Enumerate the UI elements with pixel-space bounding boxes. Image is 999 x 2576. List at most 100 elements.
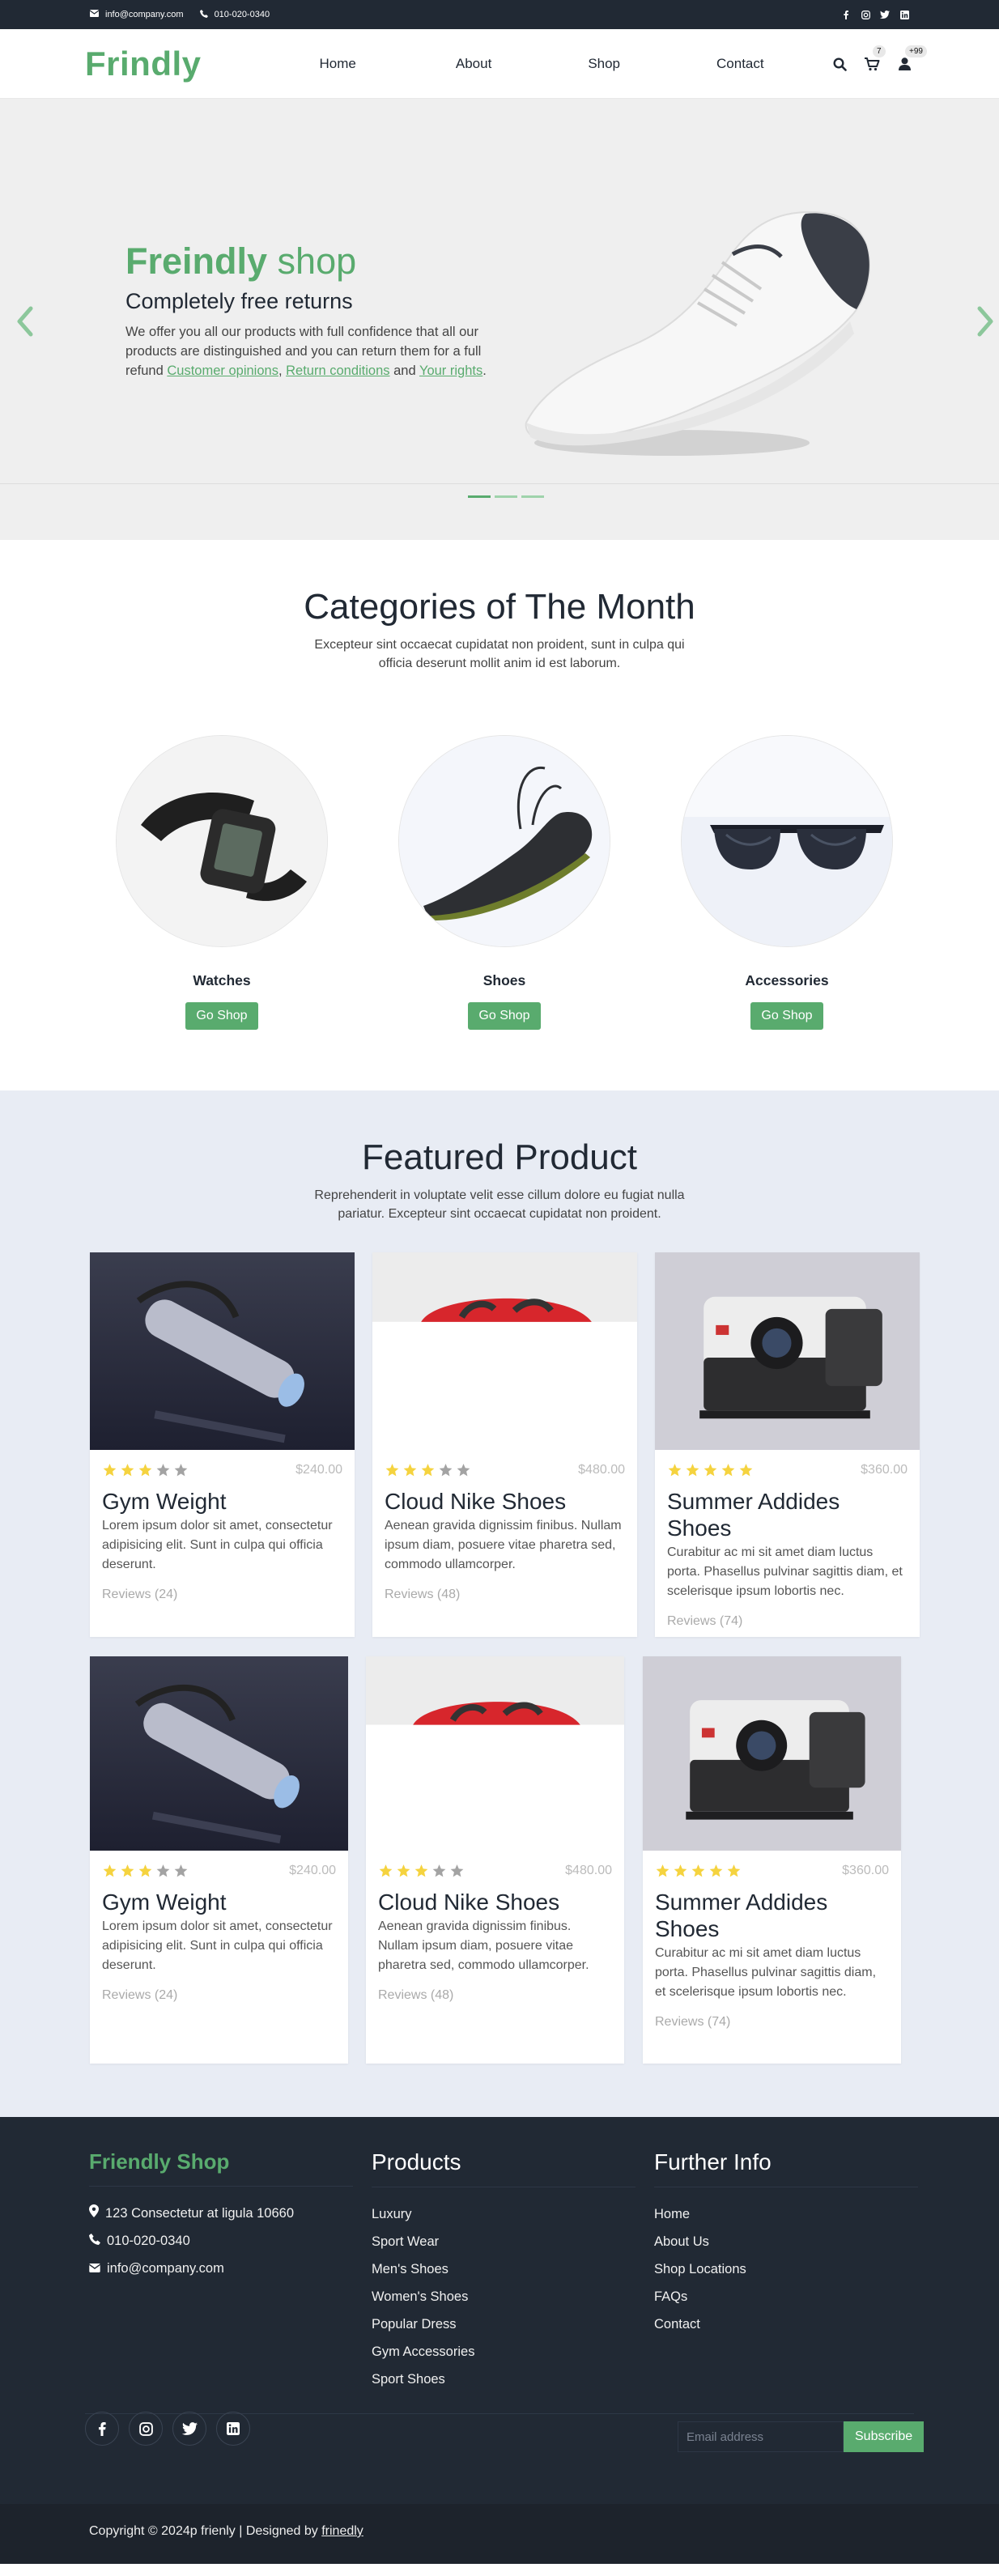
star-icon <box>439 1464 453 1477</box>
star-icon <box>103 1464 117 1477</box>
star-icon <box>121 1864 134 1877</box>
star-icon <box>397 1864 410 1877</box>
footer-product-link[interactable]: Luxury <box>372 2200 636 2228</box>
footer-info-link[interactable]: About Us <box>654 2228 918 2255</box>
star-icon <box>421 1464 435 1477</box>
product-reviews[interactable]: Reviews (74) <box>655 2015 889 2030</box>
site-footer: Friendly Shop 123 Consectetur at ligula … <box>0 2117 999 2504</box>
footer-product-link[interactable]: Popular Dress <box>372 2310 636 2338</box>
customer-opinions-link[interactable]: Customer opinions <box>167 363 278 378</box>
product-reviews[interactable]: Reviews (74) <box>667 1614 908 1629</box>
site-logo[interactable]: Frindly <box>85 45 202 83</box>
carousel-indicator-1[interactable] <box>468 495 491 498</box>
hero-title: Freindly shop <box>125 240 357 282</box>
product-card[interactable]: $360.00 Summer Addides Shoes Curabitur ac … <box>643 1656 901 2064</box>
product-description: Lorem ipsum dolor sit amet, consectetur … <box>102 1919 333 1972</box>
product-price: $360.00 <box>861 1463 908 1477</box>
product-reviews[interactable]: Reviews (48) <box>385 1588 625 1602</box>
nav-about[interactable]: About <box>456 56 491 72</box>
product-reviews[interactable]: Reviews (24) <box>102 1588 342 1602</box>
email-input[interactable] <box>678 2421 844 2452</box>
product-image[interactable] <box>90 1252 355 1450</box>
carousel-indicator-3[interactable] <box>521 495 544 498</box>
footer-info-link[interactable]: Home <box>654 2200 918 2228</box>
footer-product-link[interactable]: Men's Shoes <box>372 2255 636 2283</box>
featured-title: Featured Product <box>362 1137 637 1177</box>
user-icon[interactable]: +99 <box>896 45 927 72</box>
product-image[interactable] <box>643 1656 901 1851</box>
category-watches-image[interactable] <box>116 735 328 947</box>
subscribe-button[interactable]: Subscribe <box>844 2421 925 2452</box>
product-price: $240.00 <box>289 1864 336 1877</box>
product-card[interactable]: $360.00 Summer Addides Shoes Curabitur ac … <box>655 1252 920 1637</box>
footer-product-link[interactable]: Sport Wear <box>372 2228 636 2255</box>
cart-icon[interactable]: 7 <box>864 45 886 72</box>
footer-product-link[interactable]: Sport Shoes <box>372 2366 636 2393</box>
go-shop-button[interactable]: Go Shop <box>468 1002 541 1030</box>
product-reviews[interactable]: Reviews (48) <box>378 1988 612 2003</box>
product-image[interactable] <box>366 1656 624 1851</box>
product-image[interactable] <box>372 1252 637 1450</box>
your-rights-link[interactable]: Your rights <box>419 363 482 378</box>
star-icon <box>704 1464 717 1477</box>
product-title[interactable]: Summer Addides Shoes <box>667 1488 908 1541</box>
product-image[interactable] <box>655 1252 920 1450</box>
hero-description: We offer you all our products with full … <box>125 325 487 378</box>
product-title[interactable]: Summer Addides Shoes <box>655 1889 889 1942</box>
nav-contact[interactable]: Contact <box>716 56 764 72</box>
category-name: Watches <box>193 972 251 988</box>
facebook-icon[interactable] <box>85 2412 119 2446</box>
footer-info-link[interactable]: Shop Locations <box>654 2255 918 2283</box>
nav-shop[interactable]: Shop <box>588 56 620 72</box>
product-reviews[interactable]: Reviews (24) <box>102 1988 336 2003</box>
product-title[interactable]: Gym Weight <box>102 1488 342 1515</box>
star-icon <box>721 1464 735 1477</box>
go-shop-button[interactable]: Go Shop <box>750 1002 823 1030</box>
facebook-icon[interactable] <box>841 10 851 19</box>
product-title[interactable]: Cloud Nike Shoes <box>385 1488 625 1515</box>
topbar-phone[interactable]: 010-020-0340 <box>199 9 270 20</box>
footer-info-link[interactable]: FAQs <box>654 2283 918 2310</box>
product-card[interactable]: $480.00 Cloud Nike Shoes Aenean gravida di… <box>366 1656 624 2064</box>
footer-product-link[interactable]: Women's Shoes <box>372 2283 636 2310</box>
cart-badge: 7 <box>873 45 886 57</box>
nav-home[interactable]: Home <box>320 56 356 72</box>
star-icon <box>174 1864 188 1877</box>
star-icon <box>739 1464 753 1477</box>
product-title[interactable]: Gym Weight <box>102 1889 336 1915</box>
carousel-indicator-2[interactable] <box>495 495 517 498</box>
product-image[interactable] <box>90 1656 348 1851</box>
instagram-icon[interactable] <box>129 2412 163 2446</box>
product-title[interactable]: Cloud Nike Shoes <box>378 1889 612 1915</box>
rating-stars <box>667 1463 754 1477</box>
star-icon <box>138 1864 152 1877</box>
go-shop-button[interactable]: Go Shop <box>185 1002 258 1030</box>
search-icon[interactable] <box>831 56 848 72</box>
linkedin-icon[interactable] <box>899 10 909 19</box>
twitter-icon[interactable] <box>880 10 890 19</box>
product-card[interactable]: $480.00 Cloud Nike Shoes Aenean gravida di… <box>372 1252 637 1637</box>
product-description: Curabitur ac mi sit amet diam luctus por… <box>667 1545 903 1598</box>
product-card[interactable]: $240.00 Gym Weight Lorem ipsum dolor sit a… <box>90 1656 348 2064</box>
footer-phone[interactable]: 010-020-0340 <box>89 2227 353 2255</box>
designer-link[interactable]: frinedly <box>321 2524 363 2538</box>
copyright-text: Copyright © 2024p frienly | Designed by … <box>89 2524 363 2538</box>
footer-email[interactable]: info@company.com <box>88 2255 353 2282</box>
category-shoes-image[interactable] <box>398 735 610 947</box>
rating-stars <box>102 1463 189 1477</box>
footer-product-link[interactable]: Gym Accessories <box>372 2338 636 2366</box>
product-card[interactable]: $240.00 Gym Weight Lorem ipsum dolor sit a… <box>90 1252 355 1637</box>
twitter-icon[interactable] <box>172 2412 206 2446</box>
category-accessories-image[interactable] <box>681 735 893 947</box>
hero-sneaker-image <box>525 210 870 456</box>
footer-info-link[interactable]: Contact <box>654 2310 918 2338</box>
linkedin-icon[interactable] <box>216 2412 250 2446</box>
star-icon <box>138 1464 152 1477</box>
topbar-email[interactable]: info@company.com <box>89 10 184 19</box>
return-conditions-link[interactable]: Return conditions <box>286 363 389 378</box>
chevron-right-icon[interactable] <box>976 305 996 338</box>
featured-section: Featured Product Reprehenderit in volupt… <box>0 1090 999 2117</box>
chevron-left-icon[interactable] <box>15 305 34 338</box>
instagram-icon[interactable] <box>861 10 870 19</box>
star-icon <box>450 1864 464 1877</box>
